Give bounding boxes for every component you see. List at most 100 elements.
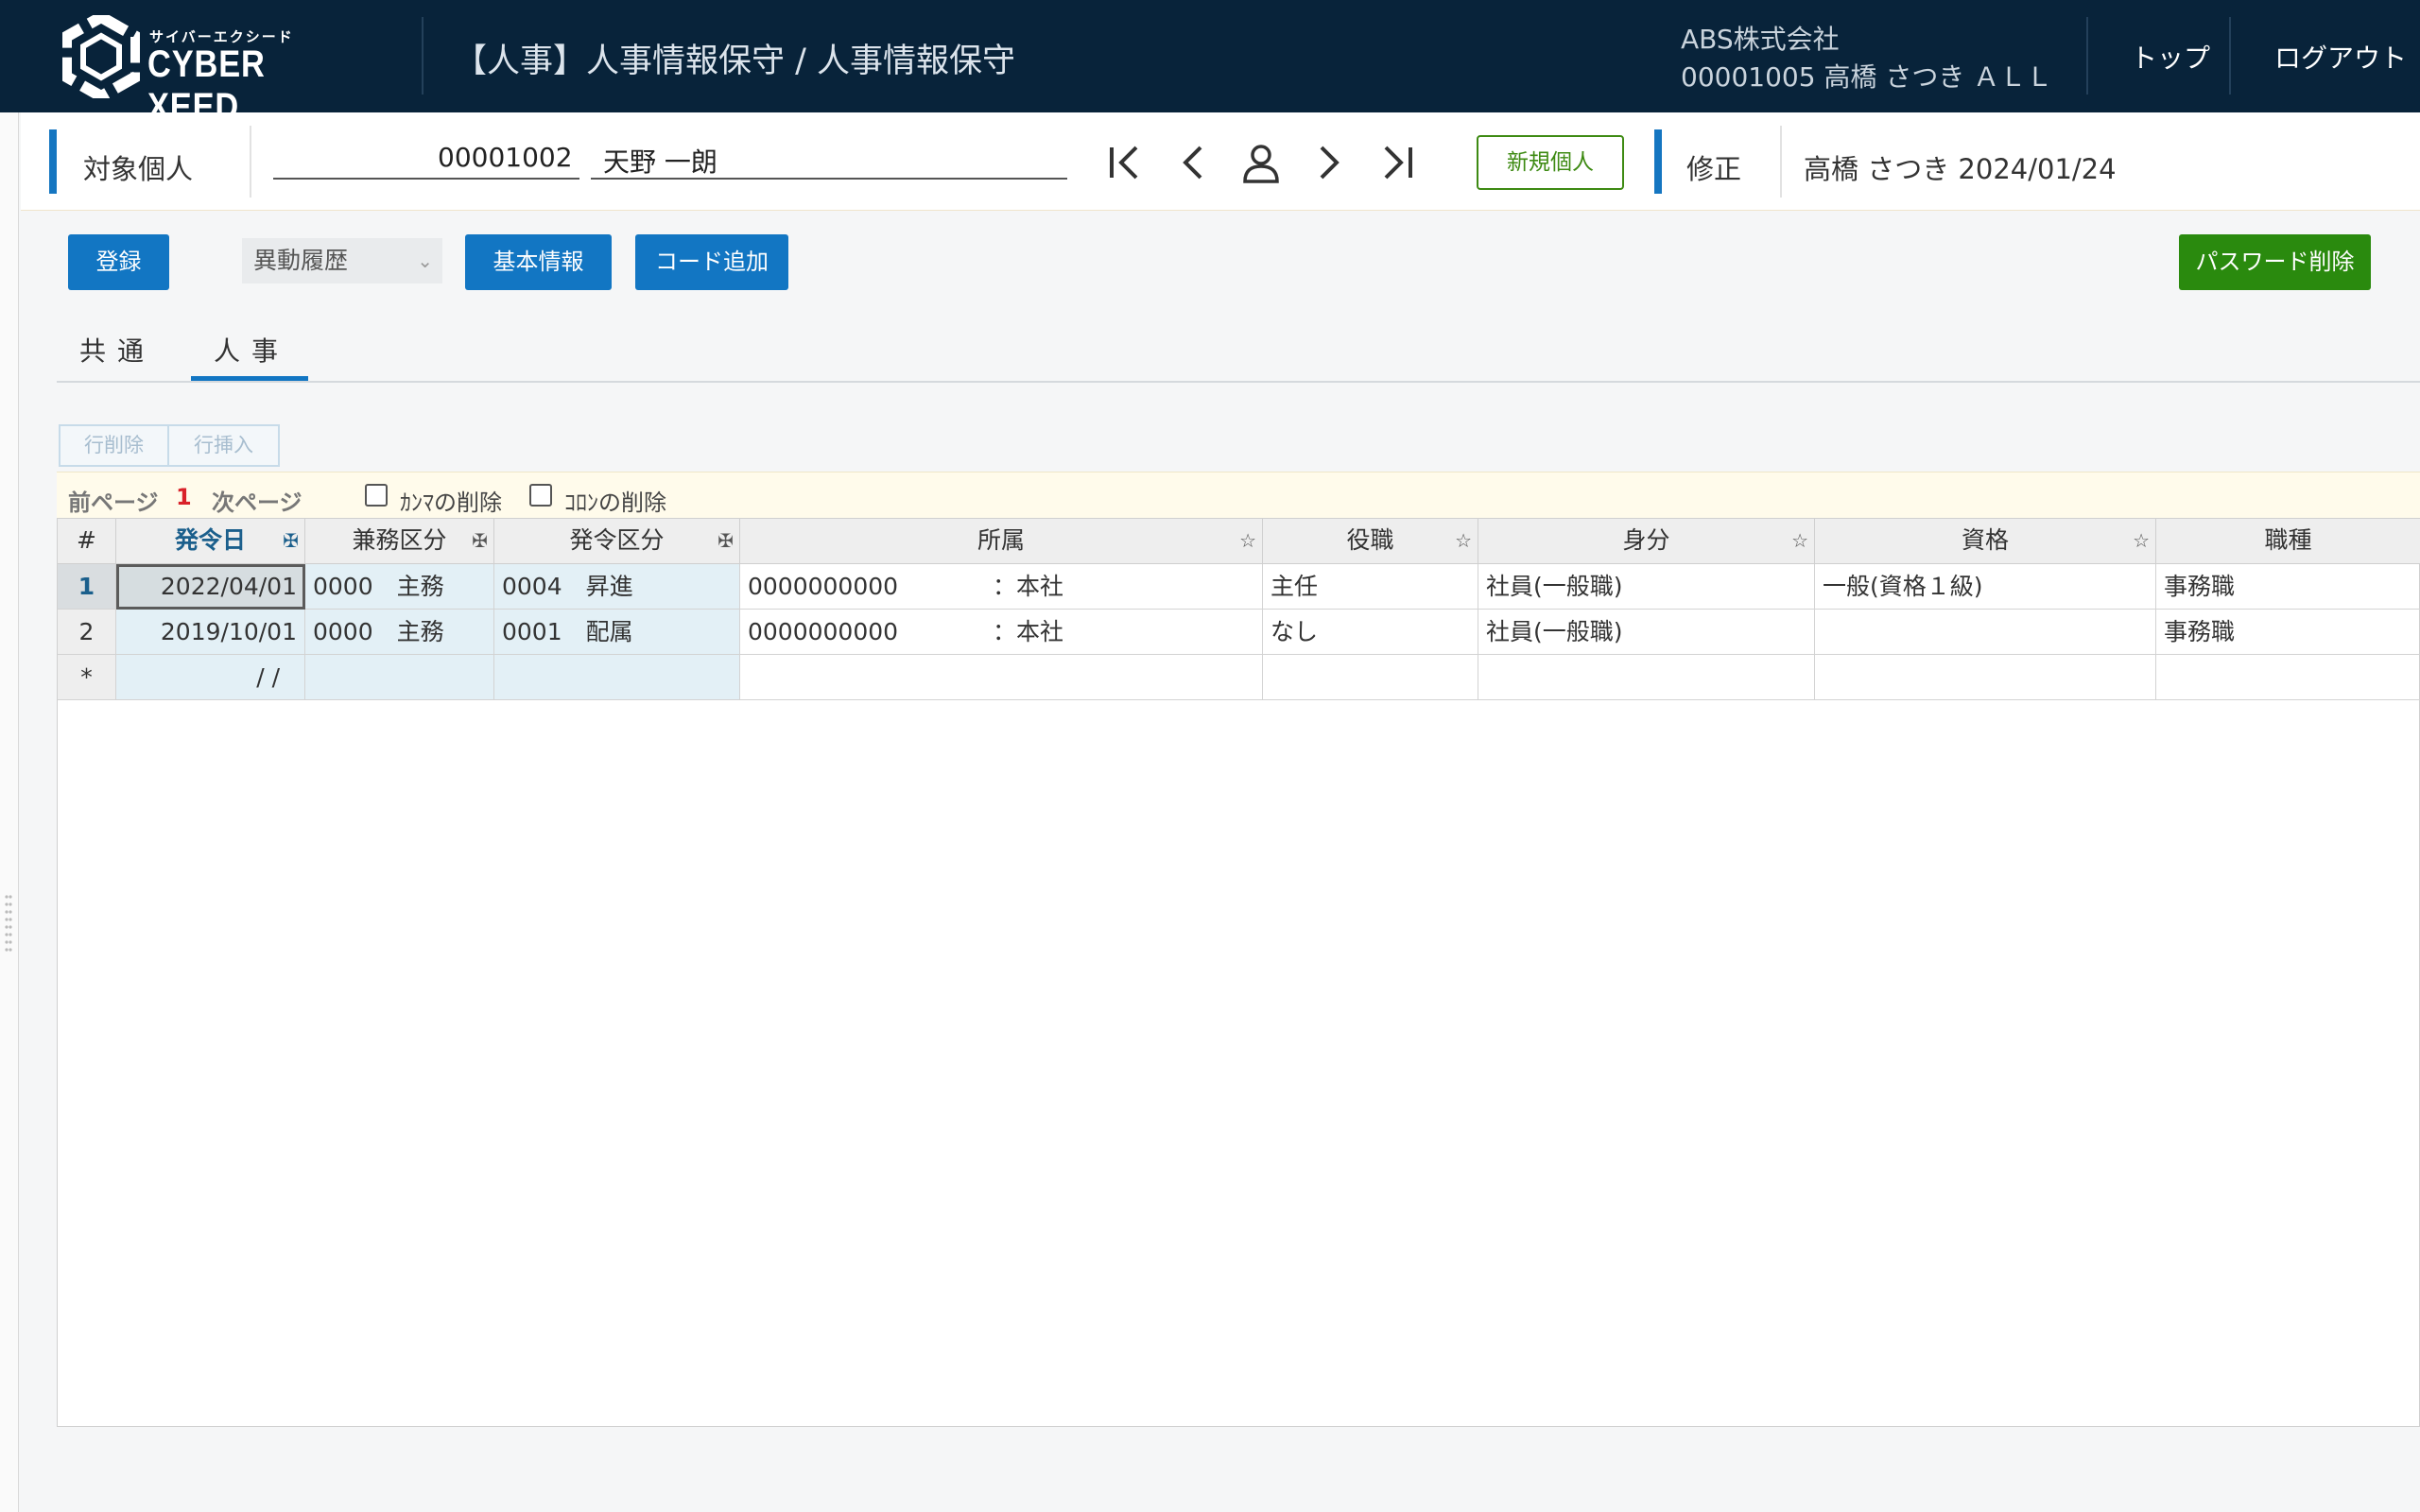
drag-handle-icon[interactable] xyxy=(4,893,13,954)
colon-delete-label: ｺﾛﾝの削除 xyxy=(564,490,666,516)
basic-info-button[interactable]: 基本情報 xyxy=(465,234,612,290)
grid-cell-qualification[interactable]: 一般(資格１級) xyxy=(1815,564,2156,610)
grid-cell-issue-type[interactable]: 0004 昇進 xyxy=(494,564,740,610)
grid-cell-concurrent-type[interactable] xyxy=(305,655,494,700)
previous-record-icon[interactable] xyxy=(1172,140,1214,185)
history-select[interactable]: 異動履歴 ⌄ xyxy=(242,238,442,284)
company-name: ABS株式会社 xyxy=(1681,24,1840,55)
grid-cell-issue-type[interactable]: 0001 配属 xyxy=(494,610,740,655)
pin-icon[interactable]: ☆ xyxy=(1791,519,1808,562)
next-record-icon[interactable] xyxy=(1308,140,1350,185)
new-row-marker: * xyxy=(58,655,116,700)
delete-row-button[interactable]: 行削除 xyxy=(59,424,169,467)
target-person-label: 対象個人 xyxy=(83,153,194,185)
first-record-icon[interactable] xyxy=(1104,140,1146,185)
pin-icon[interactable]: ☆ xyxy=(1239,519,1256,562)
grid-cell-qualification[interactable] xyxy=(1815,610,2156,655)
grid-cell-concurrent-type[interactable]: 0000 主務 xyxy=(305,610,494,655)
screen-title: 【人事】人事情報保守 / 人事情報保守 xyxy=(454,43,1016,80)
register-button[interactable]: 登録 xyxy=(68,234,169,290)
grid-cell-job-type[interactable] xyxy=(2156,655,2420,700)
column-header-label: 資格 xyxy=(1961,526,2009,554)
column-header-label: 発令日 xyxy=(174,526,246,554)
chevron-down-icon: ⌄ xyxy=(417,249,433,272)
grid-cell-position[interactable]: 主任 xyxy=(1263,564,1478,610)
previous-page-link[interactable]: 前ページ xyxy=(68,484,159,517)
tab-common[interactable]: 共通 xyxy=(79,331,155,369)
column-header-job-type[interactable]: 職種 xyxy=(2156,519,2420,564)
grid-cell-status[interactable]: 社員(一般職) xyxy=(1478,564,1815,610)
insert-row-button[interactable]: 行挿入 xyxy=(167,424,280,467)
column-header-issue-type[interactable]: 発令区分 ✠ xyxy=(494,519,740,564)
current-page-number: 1 xyxy=(176,484,192,510)
next-page-link[interactable]: 次ページ xyxy=(212,484,302,517)
history-select-value: 異動履歴 xyxy=(253,247,349,274)
app-header: サイバーエクシード CYBER XEED 【人事】人事情報保守 / 人事情報保守… xyxy=(0,0,2420,128)
comma-delete-label: ｶﾝﾏの削除 xyxy=(400,490,502,516)
grid-cell-issue-date[interactable]: 2022/04/01 xyxy=(116,564,305,610)
pinned-icon[interactable]: ✠ xyxy=(472,519,488,562)
transfer-history-grid: # 発令日 ✠ 兼務区分 ✠ 発令区分 ✠ 所属 ☆ 役職 ☆ 身分 ☆ 資格 ☆ 職種 1 … xyxy=(57,518,2420,1427)
cyber-xeed-logo[interactable]: サイバーエクシード CYBER XEED xyxy=(62,15,346,128)
tab-bar-line xyxy=(57,381,2420,383)
grid-cell-department[interactable]: 0000000000 ：本社 xyxy=(740,610,1263,655)
column-header-label: 所属 xyxy=(977,526,1025,554)
column-header-label: 身分 xyxy=(1622,526,1670,554)
grid-cell-position[interactable]: なし xyxy=(1263,610,1478,655)
tab-personnel[interactable]: 人事 xyxy=(214,331,289,369)
grid-cell-issue-type[interactable] xyxy=(494,655,740,700)
grid-cell-job-type[interactable]: 事務職 xyxy=(2156,610,2420,655)
grid-cell-position[interactable] xyxy=(1263,655,1478,700)
column-header-index: # xyxy=(58,519,116,564)
employee-code-field[interactable]: 00001002 xyxy=(438,142,573,173)
column-header-concurrent-type[interactable]: 兼務区分 ✠ xyxy=(305,519,494,564)
pin-icon[interactable]: ☆ xyxy=(2133,519,2150,562)
logged-in-user: 00001005 高橋 さつき ＡＬＬ xyxy=(1681,61,2053,93)
top-link[interactable]: トップ xyxy=(2131,38,2210,76)
mode-label: 修正 xyxy=(1686,153,1742,185)
logo-mark-icon xyxy=(62,15,140,98)
divider xyxy=(250,126,251,198)
row-number: 2 xyxy=(58,610,116,655)
column-header-status[interactable]: 身分 ☆ xyxy=(1478,519,1815,564)
paging-bar: 前ページ 1 次ページ ｶﾝﾏの削除 ｺﾛﾝの削除 xyxy=(57,472,2420,518)
colon-delete-checkbox[interactable] xyxy=(529,484,552,507)
grid-cell-issue-date[interactable]: 2019/10/01 xyxy=(116,610,305,655)
add-code-button[interactable]: コード追加 xyxy=(635,234,788,290)
header-divider xyxy=(2086,17,2088,94)
column-header-label: 発令区分 xyxy=(569,526,665,554)
header-divider xyxy=(422,17,424,94)
delete-password-button[interactable]: パスワード削除 xyxy=(2179,234,2371,290)
row-number: 1 xyxy=(58,564,116,610)
employee-code-underline xyxy=(273,178,579,180)
logout-link[interactable]: ログアウト xyxy=(2274,38,2407,76)
column-header-qualification[interactable]: 資格 ☆ xyxy=(1815,519,2156,564)
column-header-issue-date[interactable]: 発令日 ✠ xyxy=(116,519,305,564)
comma-delete-checkbox[interactable] xyxy=(365,484,388,507)
column-header-label: 役職 xyxy=(1346,526,1394,554)
employee-name-underline xyxy=(591,178,1067,180)
accent-bar xyxy=(1654,129,1662,194)
column-header-department[interactable]: 所属 ☆ xyxy=(740,519,1263,564)
column-header-position[interactable]: 役職 ☆ xyxy=(1263,519,1478,564)
grid-cell-issue-date[interactable]: / / xyxy=(116,655,305,700)
grid-cell-job-type[interactable]: 事務職 xyxy=(2156,564,2420,610)
header-divider xyxy=(2229,17,2231,94)
pin-icon[interactable]: ☆ xyxy=(1455,519,1472,562)
divider xyxy=(1780,126,1782,198)
last-record-icon[interactable] xyxy=(1376,140,1418,185)
grid-cell-status[interactable]: 社員(一般職) xyxy=(1478,610,1815,655)
grid-cell-qualification[interactable] xyxy=(1815,655,2156,700)
column-header-label: 兼務区分 xyxy=(352,526,447,554)
grid-cell-concurrent-type[interactable]: 0000 主務 xyxy=(305,564,494,610)
employee-name-field[interactable]: 天野 一朗 xyxy=(603,142,717,180)
grid-cell-department[interactable] xyxy=(740,655,1263,700)
accent-bar xyxy=(49,129,57,194)
person-search-icon[interactable] xyxy=(1240,140,1282,185)
grid-cell-status[interactable] xyxy=(1478,655,1815,700)
grid-cell-department[interactable]: 0000000000 ：本社 xyxy=(740,564,1263,610)
pinned-icon[interactable]: ✠ xyxy=(717,519,734,562)
new-person-button[interactable]: 新規個人 xyxy=(1477,135,1624,190)
pinned-icon[interactable]: ✠ xyxy=(283,519,299,562)
left-splitter[interactable] xyxy=(0,112,19,1512)
